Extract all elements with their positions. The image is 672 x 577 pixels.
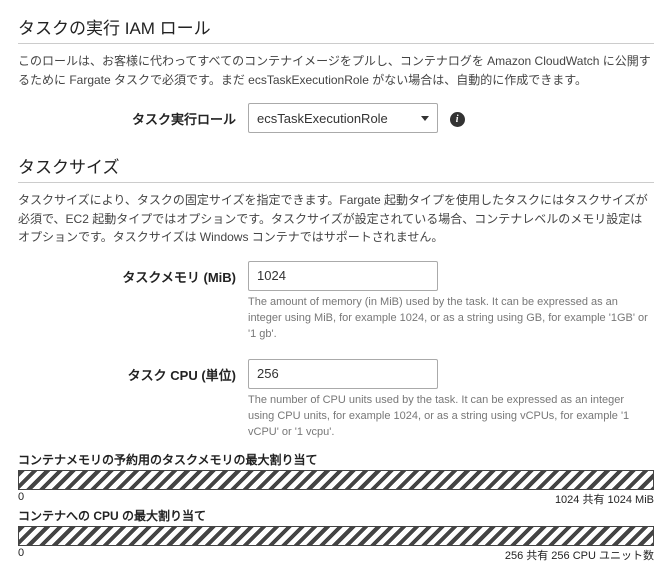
- task-memory-hint: The amount of memory (in MiB) used by th…: [248, 295, 648, 343]
- task-execution-role-label: タスク実行ロール: [18, 103, 248, 128]
- task-cpu-label: タスク CPU (単位): [18, 359, 248, 384]
- task-memory-label: タスクメモリ (MiB): [18, 261, 248, 286]
- iam-section-desc: このロールは、お客様に代わってすべてのコンテナイメージをプルし、コンテナログを …: [18, 52, 654, 89]
- memory-allocation-label: コンテナメモリの予約用のタスクメモリの最大割り当て: [18, 451, 654, 468]
- task-cpu-input[interactable]: [248, 359, 438, 389]
- cpu-allocation-label: コンテナへの CPU の最大割り当て: [18, 507, 654, 524]
- task-size-desc: タスクサイズにより、タスクの固定サイズを指定できます。Fargate 起動タイプ…: [18, 191, 654, 247]
- info-icon[interactable]: i: [450, 112, 465, 127]
- cpu-allocation-max: 256 共有 256 CPU ユニット数: [505, 547, 654, 563]
- task-execution-role-value: ecsTaskExecutionRole: [257, 111, 388, 126]
- memory-allocation-min: 0: [18, 491, 24, 507]
- iam-section-title: タスクの実行 IAM ロール: [18, 14, 654, 44]
- task-memory-input[interactable]: [248, 261, 438, 291]
- memory-allocation-max: 1024 共有 1024 MiB: [555, 491, 654, 507]
- task-size-title: タスクサイズ: [18, 153, 654, 183]
- cpu-allocation-min: 0: [18, 547, 24, 563]
- cpu-allocation-bar: [18, 526, 654, 546]
- memory-allocation-bar: [18, 470, 654, 490]
- chevron-down-icon: [421, 116, 429, 121]
- task-cpu-hint: The number of CPU units used by the task…: [248, 393, 648, 441]
- task-execution-role-select[interactable]: ecsTaskExecutionRole: [248, 103, 438, 133]
